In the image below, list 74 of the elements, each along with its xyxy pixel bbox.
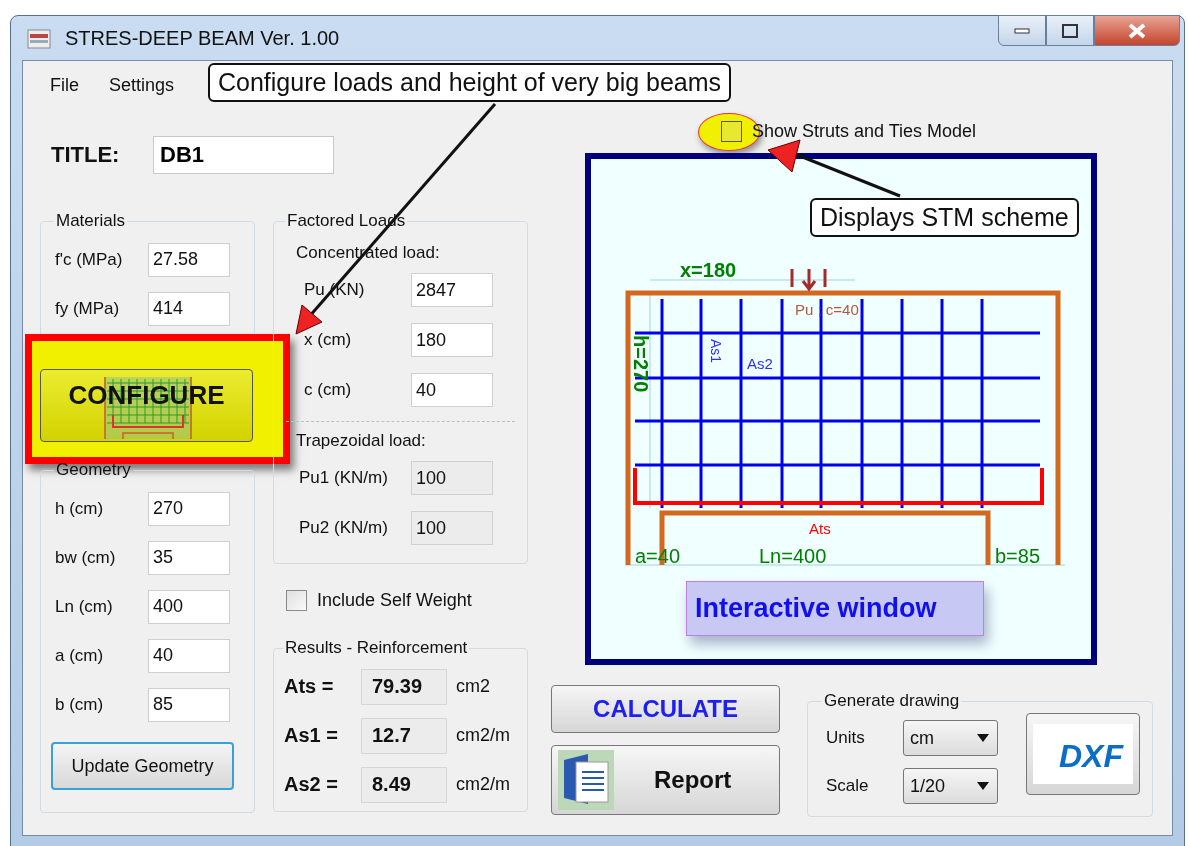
input-field[interactable]: 400	[148, 589, 230, 624]
field-label: Pu (KN)	[304, 280, 366, 300]
result-value: 79.39	[361, 668, 447, 705]
callout-note: Configure loads and height of very big beams	[208, 63, 732, 102]
maximize-button[interactable]	[1046, 15, 1094, 46]
field-label: x (cm)	[304, 330, 353, 350]
dimension-label: Ln=400	[759, 545, 827, 567]
callout-note: Displays STM scheme	[810, 198, 1079, 237]
dimension-label: x=180	[680, 259, 737, 281]
panel-title: Generate drawing	[823, 691, 961, 711]
input-field[interactable]: 85	[148, 687, 230, 722]
checkbox-label: Include Self Weight	[317, 589, 472, 611]
update-geometry-button[interactable]: Update Geometry	[51, 742, 234, 790]
unit-label: cm2/m	[456, 774, 510, 795]
field-label: b (cm)	[55, 694, 105, 715]
rebar-label: Ats	[809, 520, 831, 537]
field-label: Ln (cm)	[55, 596, 114, 617]
maximize-icon	[1062, 23, 1078, 38]
field-label: c (cm)	[304, 380, 353, 400]
dimension-label: h=270	[630, 335, 652, 393]
field-label: fy (MPa)	[55, 298, 121, 319]
input-field[interactable]: 35	[148, 540, 230, 575]
menu-item[interactable]: Settings	[109, 74, 175, 96]
checkbox[interactable]	[721, 120, 742, 142]
field-label: Pu2 (KN/m)	[299, 518, 389, 538]
result-label: As2 =	[284, 773, 339, 796]
close-button[interactable]	[1094, 15, 1180, 46]
rebar-label: As2	[747, 355, 773, 372]
dropdown[interactable]: cm	[903, 720, 998, 756]
panel-title: Results - Reinforcement	[284, 638, 469, 658]
input-field[interactable]: 27.58	[148, 242, 230, 277]
field-label: bw (cm)	[55, 547, 117, 568]
field-label: h (cm)	[55, 498, 105, 519]
field-label: Scale	[826, 776, 870, 796]
field-label: Pu1 (KN/m)	[299, 468, 389, 488]
close-icon	[1128, 22, 1146, 39]
configure-button[interactable]: CONFIGURE	[40, 369, 253, 442]
input-field[interactable]: 414	[148, 291, 230, 326]
window-title: STRES-DEEP BEAM Ver. 1.00	[65, 27, 340, 50]
input-field[interactable]: 180	[411, 323, 493, 357]
section-label: Trapezoidal load:	[296, 430, 427, 452]
result-value: 12.7	[361, 717, 447, 754]
report-button[interactable]: Report	[551, 745, 780, 815]
input-field[interactable]: 40	[148, 638, 230, 673]
title-field[interactable]: DB1	[153, 136, 334, 174]
title-label: TITLE:	[51, 142, 121, 168]
result-value: 8.49	[361, 766, 447, 803]
dropdown[interactable]: 1/20	[903, 768, 998, 804]
input-field[interactable]: 40	[411, 373, 493, 407]
unit-label: cm2	[456, 676, 490, 697]
calculate-button[interactable]: CALCULATE	[551, 685, 780, 733]
checkbox[interactable]	[286, 589, 307, 611]
dimension-label: b=85	[995, 545, 1041, 567]
unit-label: cm2/m	[456, 725, 510, 746]
field-label: Units	[826, 728, 866, 748]
document-icon	[558, 750, 614, 810]
panel-title: Geometry	[55, 460, 132, 480]
minimize-button[interactable]	[998, 15, 1046, 46]
menu-item[interactable]: File	[50, 74, 79, 96]
load-label: Pu ; c=40	[795, 301, 859, 318]
field-label: f'c (MPa)	[55, 249, 124, 270]
caret-icon	[977, 782, 989, 790]
panel-title: Materials	[55, 211, 126, 231]
app-icon	[27, 27, 53, 50]
result-label: Ats =	[284, 675, 335, 698]
input-field[interactable]: 2847	[411, 273, 493, 307]
input-field[interactable]: 270	[148, 491, 230, 526]
field-label: a (cm)	[55, 645, 105, 666]
minimize-icon	[1014, 27, 1030, 34]
overlay-label: Interactive window	[686, 581, 984, 636]
caret-icon	[977, 734, 989, 742]
result-label: As1 =	[284, 724, 339, 747]
rebar-label: As1	[708, 339, 724, 364]
dxf-button[interactable]: DXF	[1026, 713, 1140, 795]
